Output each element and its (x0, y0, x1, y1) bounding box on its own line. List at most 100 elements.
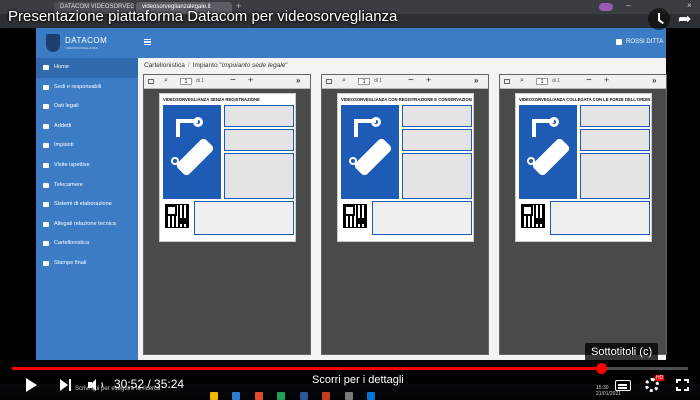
sidebar-nav: Home Sedi e responsabili Dati legali Add… (36, 58, 138, 274)
sidebar-item-stampe[interactable]: Stampe finali (36, 254, 138, 274)
watch-later-icon[interactable] (648, 8, 670, 30)
camera-icon (43, 182, 49, 188)
sidebar-toggle-icon[interactable] (504, 79, 510, 84)
legal-text-box (372, 201, 472, 235)
sign-icon (43, 241, 49, 247)
breadcrumb-suffix: " (285, 62, 288, 69)
print-icon (43, 260, 49, 266)
sidebar-item-impianti[interactable]: Impianti (36, 136, 138, 156)
breadcrumb-current: Impuianto sede legale (221, 62, 286, 69)
sidebar-item-label: Telecamere (54, 181, 83, 188)
zoom-out-icon[interactable]: − (230, 75, 236, 86)
zoom-in-icon[interactable]: + (248, 75, 253, 85)
powerpoint-icon[interactable] (322, 392, 331, 400)
sign-page: VIDEOSORVEGLIANZA CON REGISTRAZIONE E CO… (337, 93, 474, 242)
zoom-out-icon[interactable]: − (408, 75, 414, 86)
profile-avatar[interactable] (599, 3, 613, 11)
breadcrumb: Cartellonistica / Impianto "Impuianto sede… (144, 62, 288, 69)
volume-icon[interactable] (88, 379, 103, 391)
next-icon[interactable] (60, 379, 68, 391)
more-tools-icon[interactable]: » (652, 76, 656, 85)
sidebar-item-sedi[interactable]: Sedi e responsabili (36, 78, 138, 98)
sidebar-toggle-icon[interactable] (326, 79, 332, 84)
subtitles-icon[interactable] (615, 380, 631, 391)
search-icon[interactable]: ⌕ (520, 77, 524, 85)
fullscreen-icon[interactable] (676, 379, 689, 391)
sidebar-item-addetti[interactable]: Addetti (36, 117, 138, 137)
page-number-input[interactable]: 1 (358, 78, 370, 85)
page-count: di 1 (196, 78, 205, 84)
progress-fill (12, 367, 602, 370)
video-player[interactable]: DATACOM VIDEOSORVEGLIAN... videosorvegli… (0, 0, 700, 400)
hamburger-menu-icon[interactable] (144, 39, 151, 45)
sidebar-item-visite[interactable]: Visite ispettive (36, 156, 138, 176)
legal-text-box (550, 201, 650, 235)
sidebar-toggle-icon[interactable] (148, 79, 154, 84)
edge-icon[interactable] (232, 392, 241, 400)
hd-badge: HD (655, 375, 665, 381)
sidebar-item-allegati[interactable]: Allegati relazione tecnica (36, 215, 138, 235)
sidebar-item-label: Visite ispettive (54, 161, 90, 168)
minimize-icon[interactable]: – (626, 1, 630, 10)
user-icon (616, 39, 622, 45)
zoom-out-icon[interactable]: − (586, 75, 592, 86)
clock-date: 21/01/2021 (596, 391, 622, 397)
pdf-viewer[interactable]: ⌕ 1 di 1 − + » VIDEOSORVEGLIANZA COLLEGA… (499, 74, 667, 355)
datacom-app: DATACOM VIDEOSORVEGLIANZA Home Sedi e re… (36, 28, 667, 360)
sidebar-item-sistemi[interactable]: Sistemi di elaborazione (36, 195, 138, 215)
progress-bar[interactable] (12, 363, 688, 374)
sign-page: VIDEOSORVEGLIANZA SENZA REGISTRAZIONE (159, 93, 296, 242)
time-display: 30:52 / 35:24 (114, 377, 185, 391)
sign-title: VIDEOSORVEGLIANZA SENZA REGISTRAZIONE (163, 97, 260, 102)
legal-text-box (194, 201, 294, 235)
paperclip-icon (43, 221, 49, 227)
user-name[interactable]: ROSSI DITTA (626, 39, 663, 45)
sidebar-item-label: Sistemi di elaborazione (54, 201, 112, 208)
more-tools-icon[interactable]: » (474, 76, 478, 85)
app-icon[interactable] (344, 392, 353, 400)
pdf-toolbar: ⌕ 1 di 1 − + » (144, 75, 310, 89)
zoom-in-icon[interactable]: + (604, 75, 609, 85)
sidebar-item-label: Addetti (54, 122, 72, 129)
more-tools-icon[interactable]: » (296, 76, 300, 85)
next-icon-bar (69, 379, 71, 391)
sidebar-item-label: Stampe finali (54, 259, 87, 266)
sidebar-item-cartellonistica[interactable]: Cartellonistica (36, 234, 138, 254)
play-icon[interactable] (26, 378, 37, 392)
top-bar: ROSSI DITTA (138, 28, 666, 58)
sidebar-item-home[interactable]: Home (36, 58, 138, 78)
sign-page: VIDEOSORVEGLIANZA COLLEGATA CON LE FORZE… (515, 93, 652, 242)
document-icon (43, 104, 49, 110)
logo-text: DATACOM (65, 36, 108, 45)
explorer-icon[interactable] (210, 392, 218, 400)
info-box (224, 105, 294, 127)
pdf-viewer[interactable]: ⌕ 1 di 1 − + » VIDEOSORVEGLIANZA SENZA R… (143, 74, 311, 355)
page-number-input[interactable]: 1 (180, 78, 192, 85)
building-icon (43, 84, 49, 90)
camera-sign-icon (163, 105, 221, 199)
excel-icon[interactable] (277, 392, 286, 400)
search-icon[interactable]: ⌕ (342, 77, 346, 85)
outlook-icon[interactable] (367, 392, 376, 400)
info-box (402, 129, 472, 151)
search-icon[interactable]: ⌕ (164, 77, 168, 85)
chrome-icon[interactable] (254, 392, 263, 400)
zoom-in-icon[interactable]: + (426, 75, 431, 85)
page-count: di 1 (552, 78, 561, 84)
sidebar-item-dati-legali[interactable]: Dati legali (36, 97, 138, 117)
sidebar-item-label: Cartellonistica (54, 240, 90, 247)
breadcrumb-prefix: Impianto " (192, 62, 222, 69)
info-box (580, 105, 650, 127)
page-number-input[interactable]: 1 (536, 78, 548, 85)
word-icon[interactable] (299, 392, 308, 400)
pdf-viewer[interactable]: ⌕ 1 di 1 − + » VIDEOSORVEGLIANZA CON REG… (321, 74, 489, 355)
qr-code-icon (521, 204, 545, 228)
video-title[interactable]: Presentazione piattaforma Datacom per vi… (8, 8, 397, 25)
breadcrumb-item[interactable]: Cartellonistica (144, 62, 185, 69)
qr-code-icon (343, 204, 367, 228)
share-icon[interactable]: ➦ (678, 9, 691, 29)
sidebar: DATACOM VIDEOSORVEGLIANZA Home Sedi e re… (36, 28, 138, 360)
sidebar-item-telecamere[interactable]: Telecamere (36, 176, 138, 196)
scroll-hint[interactable]: Scorri per i dettagli (312, 374, 404, 386)
network-icon (43, 143, 49, 149)
